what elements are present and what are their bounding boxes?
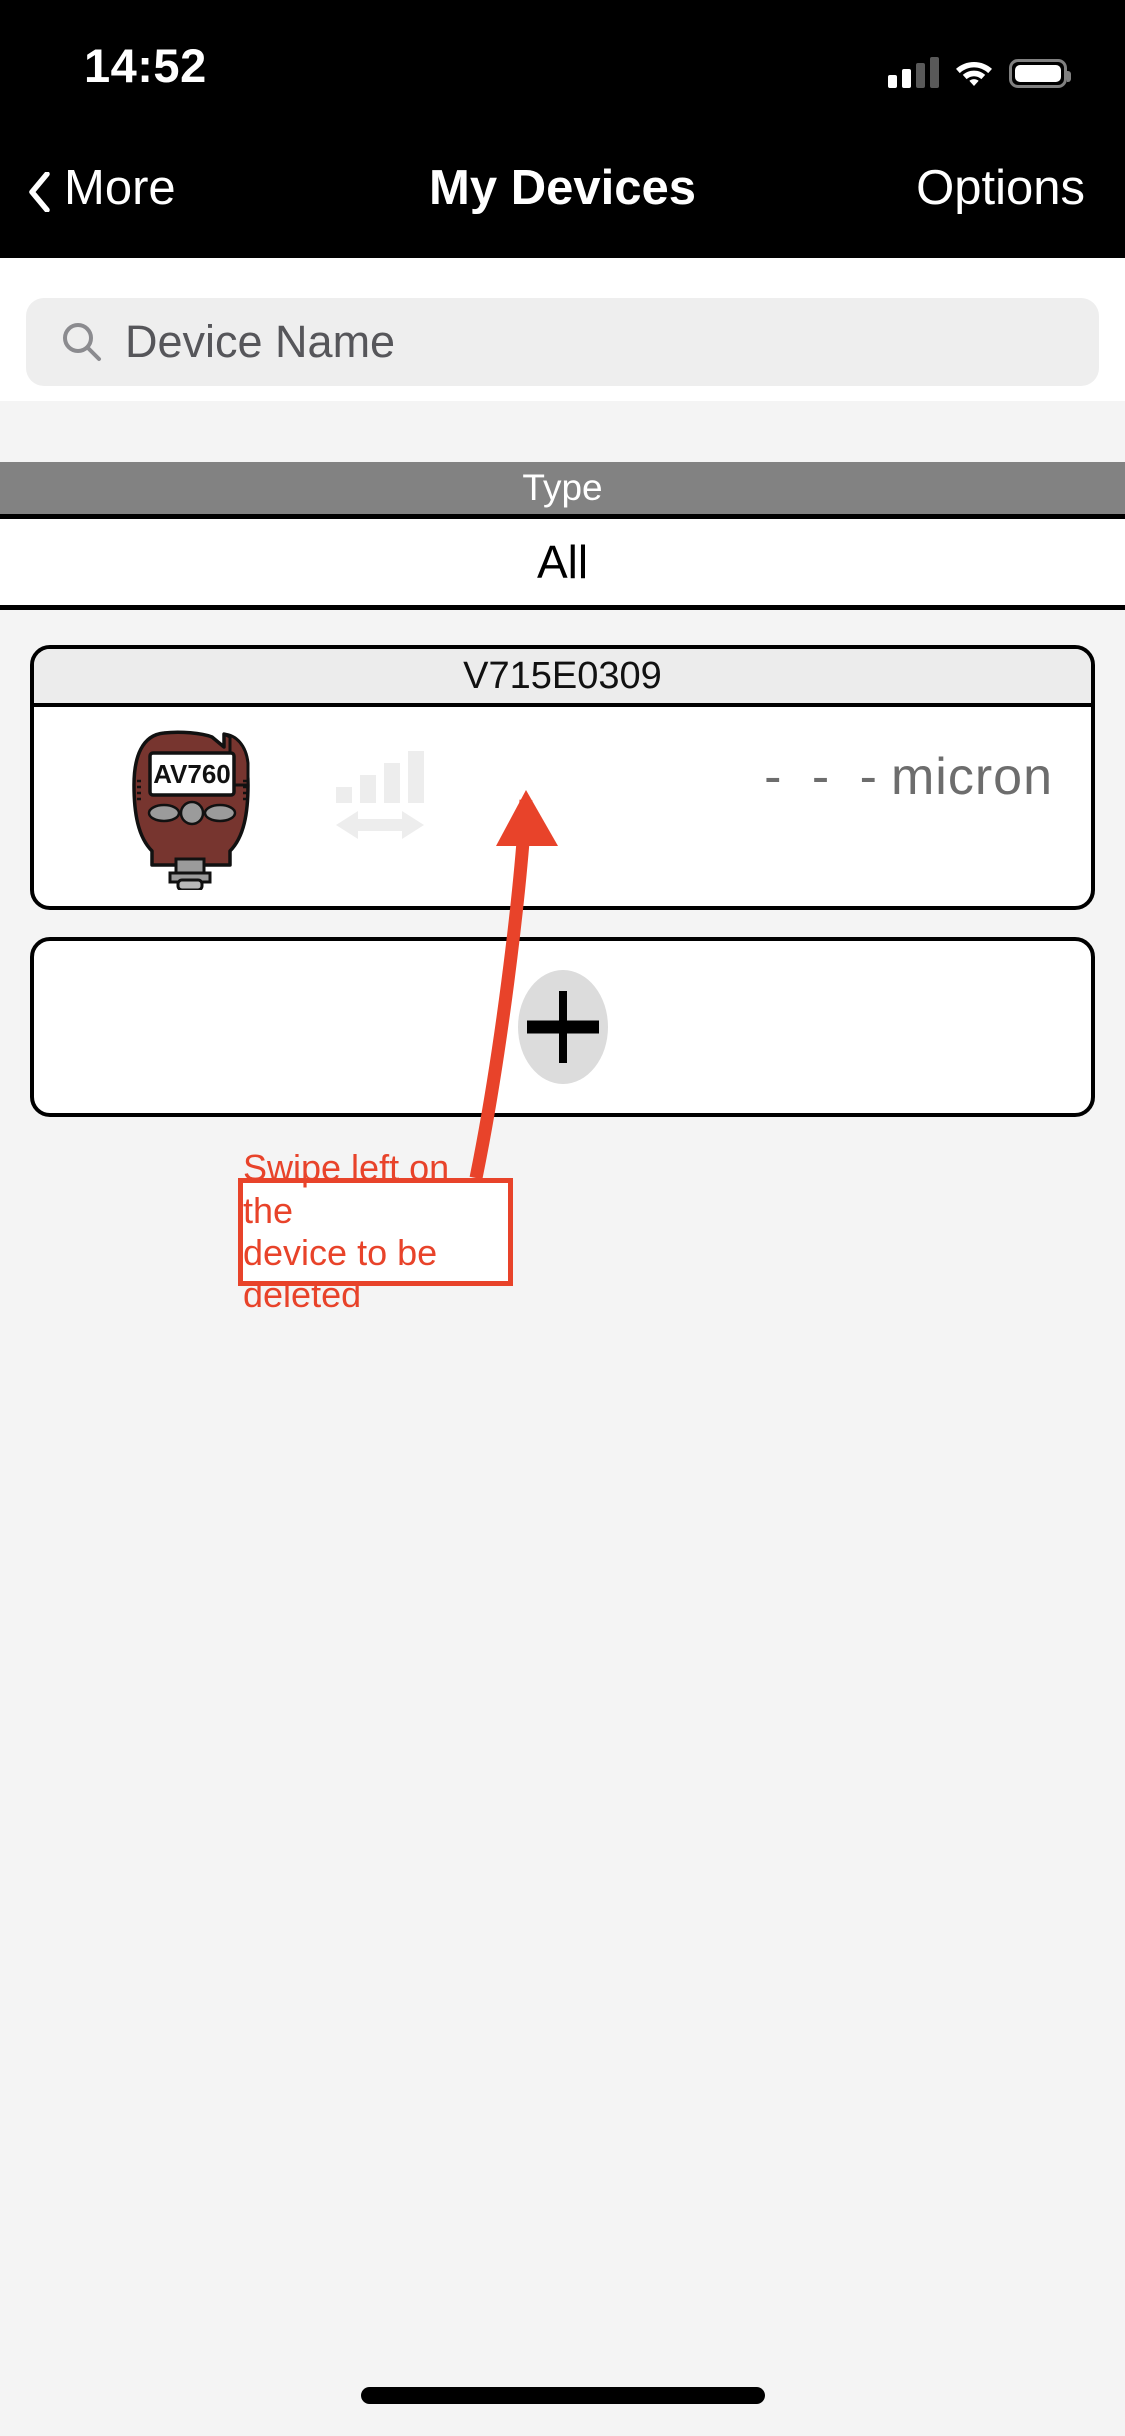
- annotation-callout: Swipe left on the device to be deleted: [238, 1147, 513, 1315]
- add-device-body: [34, 941, 1091, 1113]
- search-container: Device Name: [0, 258, 1125, 401]
- navigation-bar: More My Devices Options: [0, 132, 1125, 258]
- cellular-signal-icon: [888, 56, 939, 88]
- add-device-card[interactable]: [30, 937, 1095, 1117]
- signal-bars-icon: [336, 751, 424, 803]
- device-model-label: AV760: [153, 759, 231, 789]
- app-screen: 14:52 More My Devices Options Device Nam…: [0, 0, 1125, 2436]
- device-card[interactable]: V715E0309 AV760 - - - micron: [30, 645, 1095, 910]
- type-filter-header: Type: [0, 462, 1125, 514]
- annotation-line-1: Swipe left on the: [243, 1147, 450, 1231]
- search-placeholder: Device Name: [125, 316, 396, 367]
- two-way-arrow-icon: [336, 811, 424, 839]
- device-reading: - - - micron: [764, 747, 1053, 807]
- status-bar-indicators: [888, 44, 1071, 88]
- plus-icon[interactable]: [517, 970, 608, 1084]
- battery-full-icon: [1009, 59, 1071, 88]
- device-image-av760: AV760: [112, 725, 282, 892]
- status-bar-clock: 14:52: [84, 39, 207, 92]
- options-button[interactable]: Options: [916, 160, 1085, 216]
- search-input[interactable]: Device Name: [26, 298, 1099, 386]
- wifi-icon: [953, 56, 995, 88]
- device-card-body: AV760 - - - micron: [34, 707, 1091, 906]
- annotation-line-2: device to be deleted: [243, 1232, 438, 1316]
- device-name: V715E0309: [34, 649, 1091, 707]
- status-bar: 14:52: [0, 0, 1125, 132]
- search-icon: [60, 320, 104, 364]
- home-indicator[interactable]: [360, 2387, 765, 2404]
- type-filter-value[interactable]: All: [0, 514, 1125, 610]
- device-reading-unit: micron: [890, 748, 1053, 806]
- device-connection-status: [334, 749, 444, 849]
- device-reading-value: - - -: [764, 748, 885, 806]
